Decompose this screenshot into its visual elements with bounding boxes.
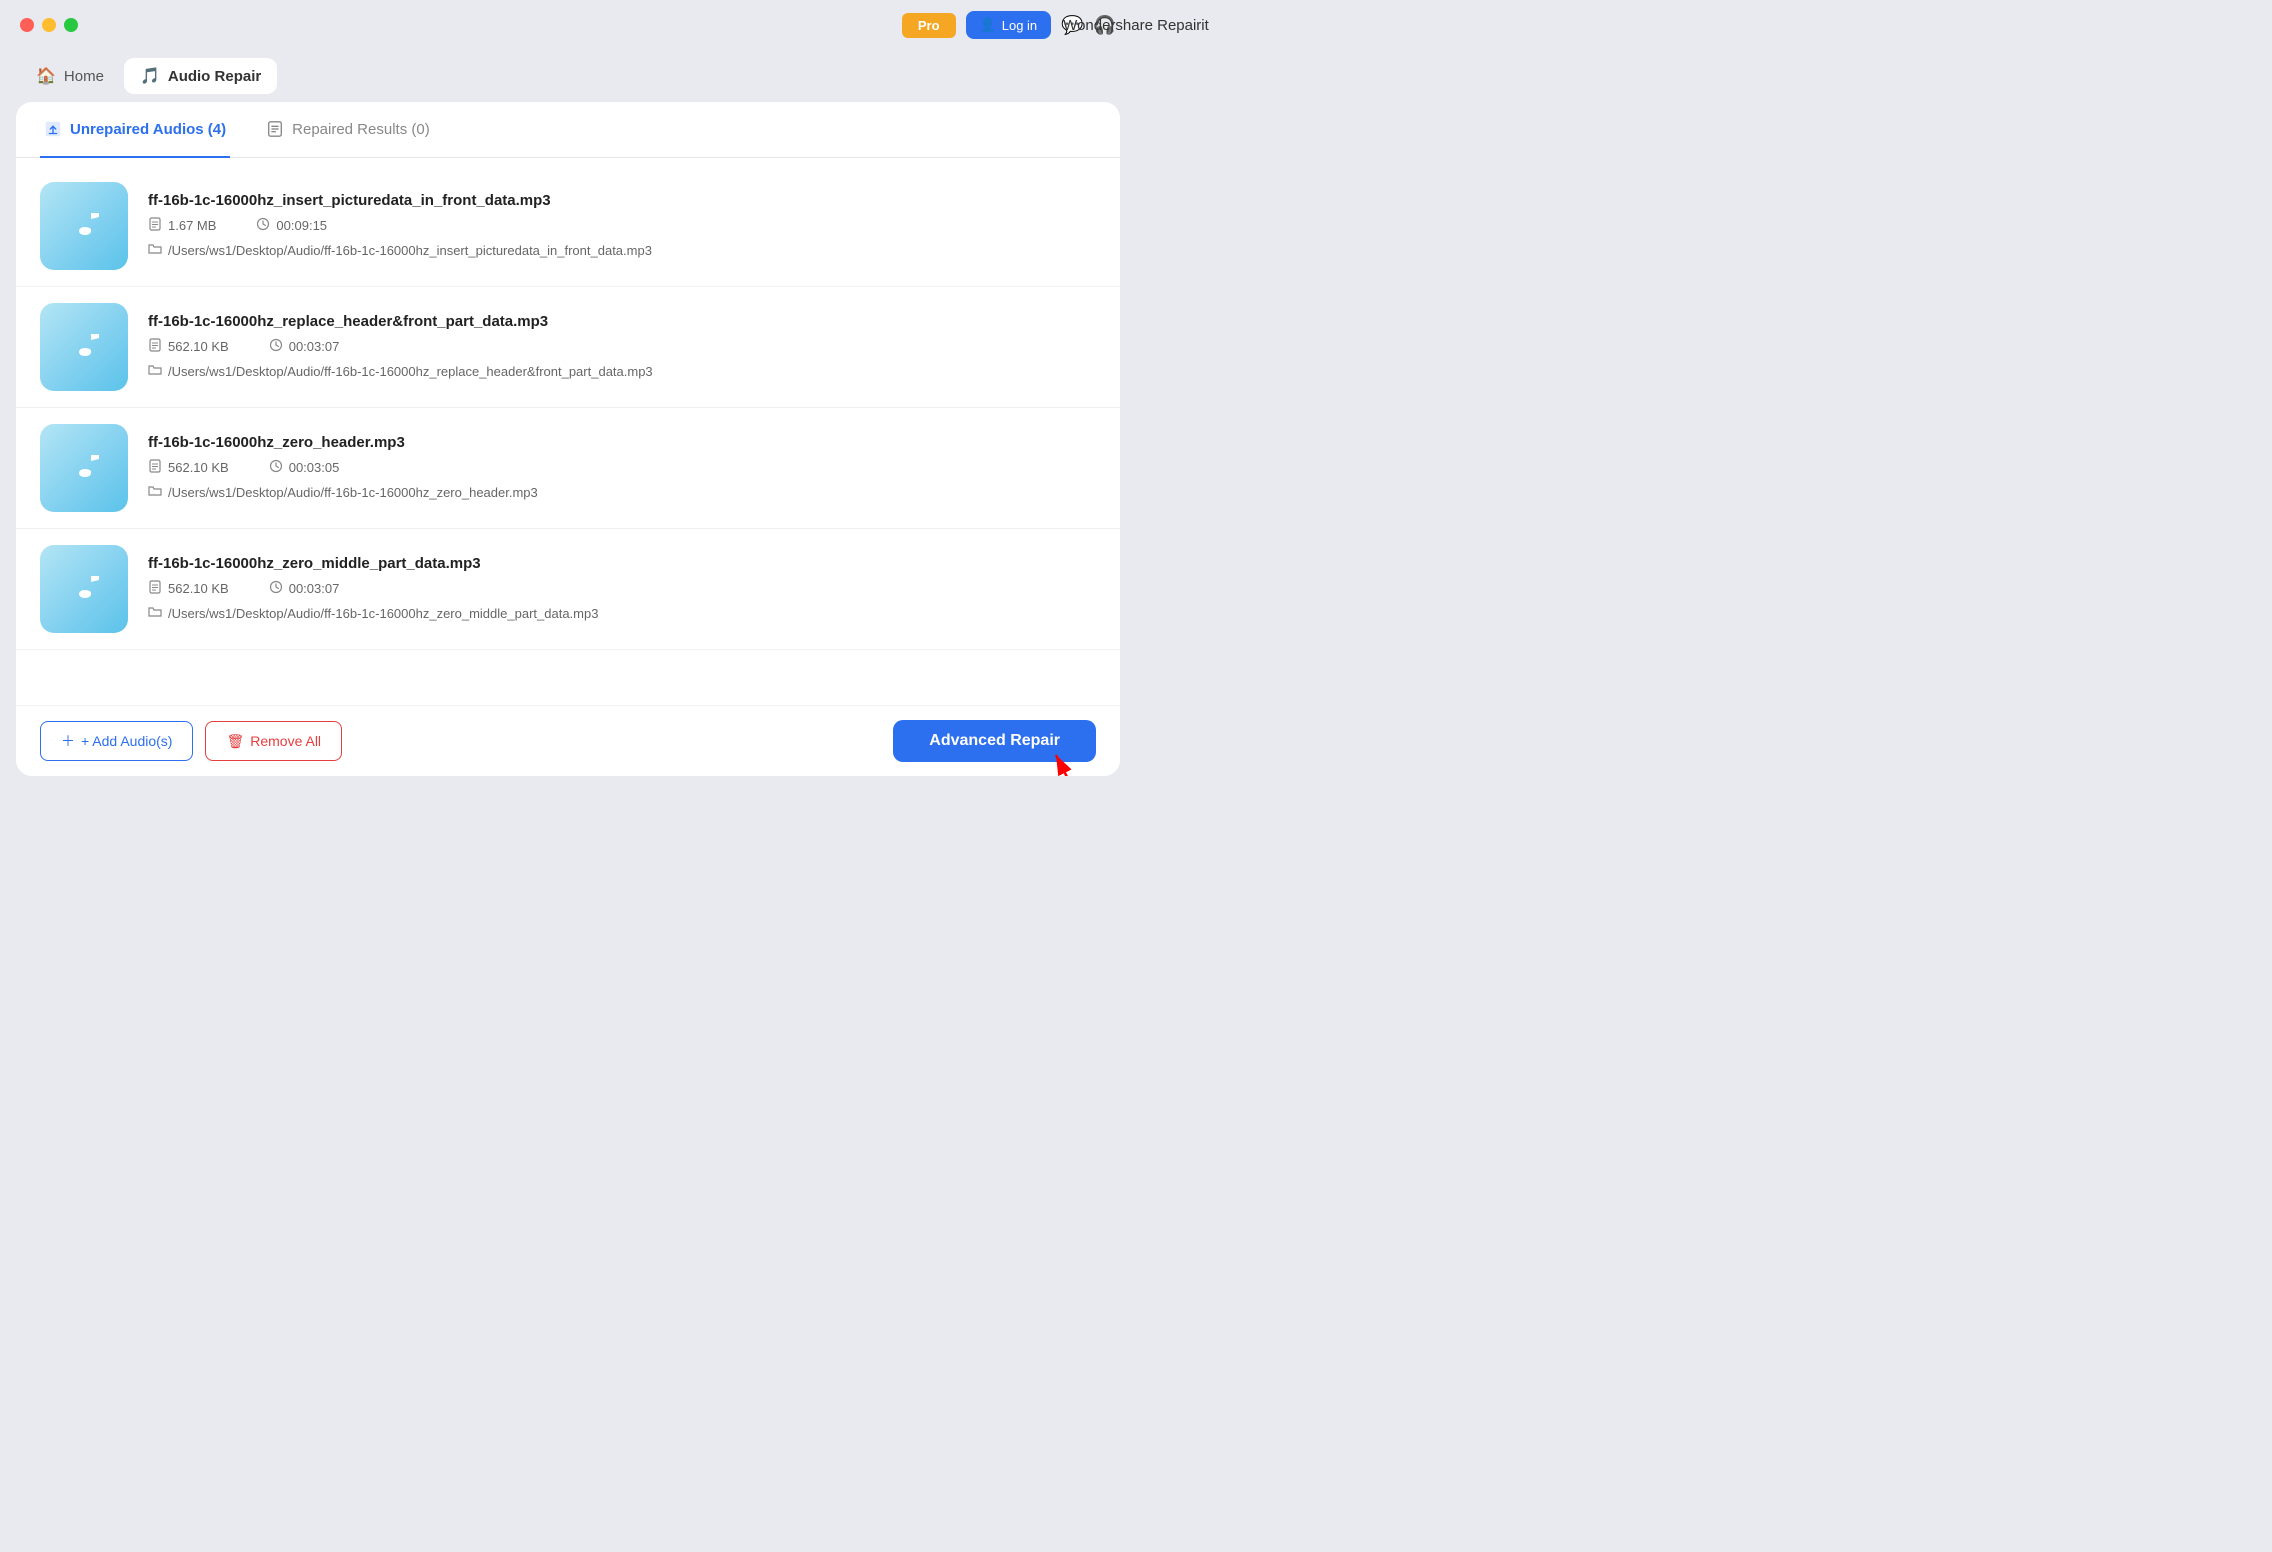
advanced-repair-button[interactable]: Advanced Repair bbox=[893, 720, 1096, 762]
folder-icon bbox=[148, 605, 162, 622]
file-meta: 562.10 KB 00:03:07 bbox=[148, 338, 1096, 355]
repaired-tab-icon bbox=[266, 120, 284, 138]
file-size-icon bbox=[148, 217, 162, 234]
tabs: Unrepaired Audios (4) Repaired Results (… bbox=[16, 102, 1120, 158]
advanced-repair-label: Advanced Repair bbox=[929, 732, 1060, 749]
maximize-button[interactable] bbox=[64, 18, 78, 32]
file-meta: 562.10 KB 00:03:07 bbox=[148, 580, 1096, 597]
file-size-icon bbox=[148, 580, 162, 597]
folder-icon bbox=[148, 363, 162, 380]
file-path: /Users/ws1/Desktop/Audio/ff-16b-1c-16000… bbox=[148, 242, 1096, 259]
home-icon: 🏠 bbox=[36, 66, 56, 86]
remove-all-label: Remove All bbox=[250, 733, 321, 749]
tab-repaired[interactable]: Repaired Results (0) bbox=[262, 102, 434, 158]
nav-bar: 🏠 Home 🎵 Audio Repair bbox=[0, 50, 1136, 102]
bottom-right-area: Advanced Repair bbox=[893, 720, 1096, 762]
music-note-icon bbox=[63, 447, 105, 489]
file-info: ff-16b-1c-16000hz_insert_picturedata_in_… bbox=[148, 192, 1096, 259]
file-path: /Users/ws1/Desktop/Audio/ff-16b-1c-16000… bbox=[148, 605, 1096, 622]
user-icon: 👤 bbox=[980, 17, 996, 33]
remove-all-button[interactable]: 🗑 Remove All bbox=[205, 721, 342, 761]
file-size-icon bbox=[148, 338, 162, 355]
title-bar: Wondershare Repairit Pro 👤 Log in 💬 🎧 bbox=[0, 0, 1136, 50]
plus-icon: ＋ bbox=[61, 731, 75, 751]
file-duration: 00:03:07 bbox=[269, 580, 340, 597]
file-thumbnail bbox=[40, 545, 128, 633]
file-list: ff-16b-1c-16000hz_insert_picturedata_in_… bbox=[16, 158, 1120, 706]
file-info: ff-16b-1c-16000hz_zero_middle_part_data.… bbox=[148, 555, 1096, 622]
main-content: Unrepaired Audios (4) Repaired Results (… bbox=[16, 102, 1120, 776]
pro-badge-button[interactable]: Pro bbox=[902, 13, 956, 38]
file-item: ff-16b-1c-16000hz_replace_header&front_p… bbox=[16, 287, 1120, 408]
app-title: Wondershare Repairit bbox=[1063, 17, 1209, 34]
minimize-button[interactable] bbox=[42, 18, 56, 32]
clock-icon bbox=[269, 580, 283, 597]
file-name: ff-16b-1c-16000hz_replace_header&front_p… bbox=[148, 313, 1096, 330]
close-button[interactable] bbox=[20, 18, 34, 32]
clock-icon bbox=[269, 459, 283, 476]
trash-icon: 🗑 bbox=[226, 733, 244, 750]
add-audio-label: + Add Audio(s) bbox=[81, 733, 172, 749]
file-size-icon bbox=[148, 459, 162, 476]
unrepaired-tab-icon bbox=[44, 120, 62, 138]
file-path: /Users/ws1/Desktop/Audio/ff-16b-1c-16000… bbox=[148, 363, 1096, 380]
file-size: 562.10 KB bbox=[148, 459, 229, 476]
bottom-left-buttons: ＋ + Add Audio(s) 🗑 Remove All bbox=[40, 721, 342, 761]
folder-icon bbox=[148, 484, 162, 501]
file-item: ff-16b-1c-16000hz_zero_middle_part_data.… bbox=[16, 529, 1120, 650]
file-size: 562.10 KB bbox=[148, 338, 229, 355]
clock-icon bbox=[269, 338, 283, 355]
music-note-icon bbox=[63, 568, 105, 610]
file-name: ff-16b-1c-16000hz_zero_middle_part_data.… bbox=[148, 555, 1096, 572]
add-audio-button[interactable]: ＋ + Add Audio(s) bbox=[40, 721, 193, 761]
window-controls bbox=[20, 18, 78, 32]
tab-unrepaired[interactable]: Unrepaired Audios (4) bbox=[40, 102, 230, 158]
file-thumbnail bbox=[40, 424, 128, 512]
nav-home-label: Home bbox=[64, 68, 104, 85]
folder-icon bbox=[148, 242, 162, 259]
file-meta: 1.67 MB 00:09:15 bbox=[148, 217, 1096, 234]
tab-unrepaired-label: Unrepaired Audios (4) bbox=[70, 121, 226, 138]
file-info: ff-16b-1c-16000hz_replace_header&front_p… bbox=[148, 313, 1096, 380]
nav-audio-repair-label: Audio Repair bbox=[168, 68, 261, 85]
file-thumbnail bbox=[40, 303, 128, 391]
file-size: 562.10 KB bbox=[148, 580, 229, 597]
music-note-icon bbox=[63, 326, 105, 368]
clock-icon bbox=[256, 217, 270, 234]
file-name: ff-16b-1c-16000hz_insert_picturedata_in_… bbox=[148, 192, 1096, 209]
file-item: ff-16b-1c-16000hz_zero_header.mp3 562.10… bbox=[16, 408, 1120, 529]
file-meta: 562.10 KB 00:03:05 bbox=[148, 459, 1096, 476]
file-duration: 00:09:15 bbox=[256, 217, 327, 234]
file-name: ff-16b-1c-16000hz_zero_header.mp3 bbox=[148, 434, 1096, 451]
file-item: ff-16b-1c-16000hz_insert_picturedata_in_… bbox=[16, 166, 1120, 287]
nav-home[interactable]: 🏠 Home bbox=[20, 58, 120, 94]
audio-repair-icon: 🎵 bbox=[140, 66, 160, 86]
nav-audio-repair[interactable]: 🎵 Audio Repair bbox=[124, 58, 277, 94]
file-path: /Users/ws1/Desktop/Audio/ff-16b-1c-16000… bbox=[148, 484, 1096, 501]
file-size: 1.67 MB bbox=[148, 217, 216, 234]
file-thumbnail bbox=[40, 182, 128, 270]
file-duration: 00:03:07 bbox=[269, 338, 340, 355]
file-info: ff-16b-1c-16000hz_zero_header.mp3 562.10… bbox=[148, 434, 1096, 501]
music-note-icon bbox=[63, 205, 105, 247]
bottom-bar: ＋ + Add Audio(s) 🗑 Remove All Advanced R… bbox=[16, 705, 1120, 776]
file-duration: 00:03:05 bbox=[269, 459, 340, 476]
tab-repaired-label: Repaired Results (0) bbox=[292, 121, 430, 138]
login-button[interactable]: 👤 Log in bbox=[966, 11, 1052, 39]
